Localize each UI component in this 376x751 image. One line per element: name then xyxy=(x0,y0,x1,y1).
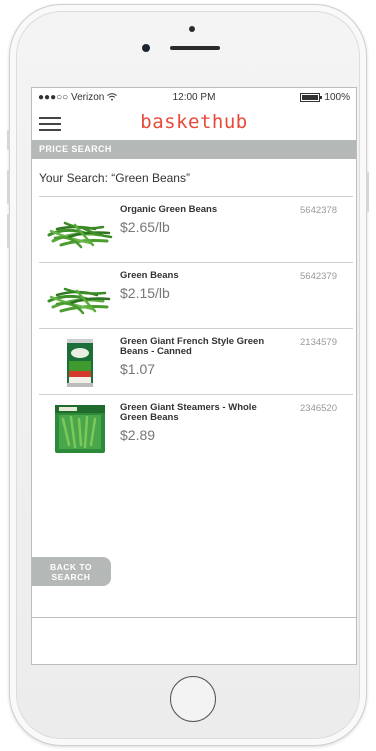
power-button xyxy=(366,172,369,212)
battery-percent: 100% xyxy=(324,92,350,103)
result-item[interactable]: Green Giant Steamers - Whole Green Beans… xyxy=(39,394,353,460)
section-title: PRICE SEARCH xyxy=(32,140,356,159)
result-item[interactable]: Organic Green Beans $2.65/lb 5642378 xyxy=(39,196,353,262)
results-list: Organic Green Beans $2.65/lb 5642378 Gre… xyxy=(39,196,353,460)
volume-down-button xyxy=(7,214,10,248)
result-price: $2.15/lb xyxy=(120,285,170,301)
proximity-sensor xyxy=(142,44,150,52)
volume-up-button xyxy=(7,170,10,204)
result-price: $1.07 xyxy=(120,361,156,377)
battery-status: 100% xyxy=(300,92,350,103)
back-button-line1: BACK TO xyxy=(49,562,93,572)
result-price: $2.65/lb xyxy=(120,219,170,235)
canned-green-beans-image xyxy=(45,337,113,387)
result-code: 5642378 xyxy=(300,205,337,216)
result-name: Organic Green Beans xyxy=(120,204,218,215)
result-name: Green Giant Steamers - Whole Green Beans xyxy=(120,402,257,423)
brand-logo: baskethub xyxy=(140,111,248,133)
green-beans-image xyxy=(45,271,113,321)
result-name: Green Beans xyxy=(120,270,179,281)
result-price: $2.89 xyxy=(120,427,156,443)
result-item[interactable]: Green Giant French Style Green Beans - C… xyxy=(39,328,353,394)
phone-screen: ●●●○○ Verizon 12:00 PM 100% baskethub PR… xyxy=(31,87,357,665)
earpiece-speaker xyxy=(170,46,220,50)
frozen-green-beans-bag-image xyxy=(45,403,113,453)
app-header: baskethub xyxy=(32,108,356,138)
home-button[interactable] xyxy=(170,676,216,722)
search-summary: Your Search: “Green Beans” xyxy=(39,171,190,185)
result-code: 2346520 xyxy=(300,403,337,414)
back-to-search-button[interactable]: BACK TO SEARCH xyxy=(32,557,111,586)
status-bar: ●●●○○ Verizon 12:00 PM 100% xyxy=(32,88,356,108)
screen-footer xyxy=(32,617,356,664)
result-item[interactable]: Green Beans $2.15/lb 5642379 xyxy=(39,262,353,328)
back-button-line2: SEARCH xyxy=(51,572,91,582)
mute-switch xyxy=(7,130,10,150)
green-beans-image xyxy=(45,205,113,255)
result-name: Green Giant French Style Green Beans - C… xyxy=(120,336,265,357)
result-code: 2134579 xyxy=(300,337,337,348)
front-camera xyxy=(189,26,195,32)
battery-icon xyxy=(300,93,323,102)
result-code: 5642379 xyxy=(300,271,337,282)
